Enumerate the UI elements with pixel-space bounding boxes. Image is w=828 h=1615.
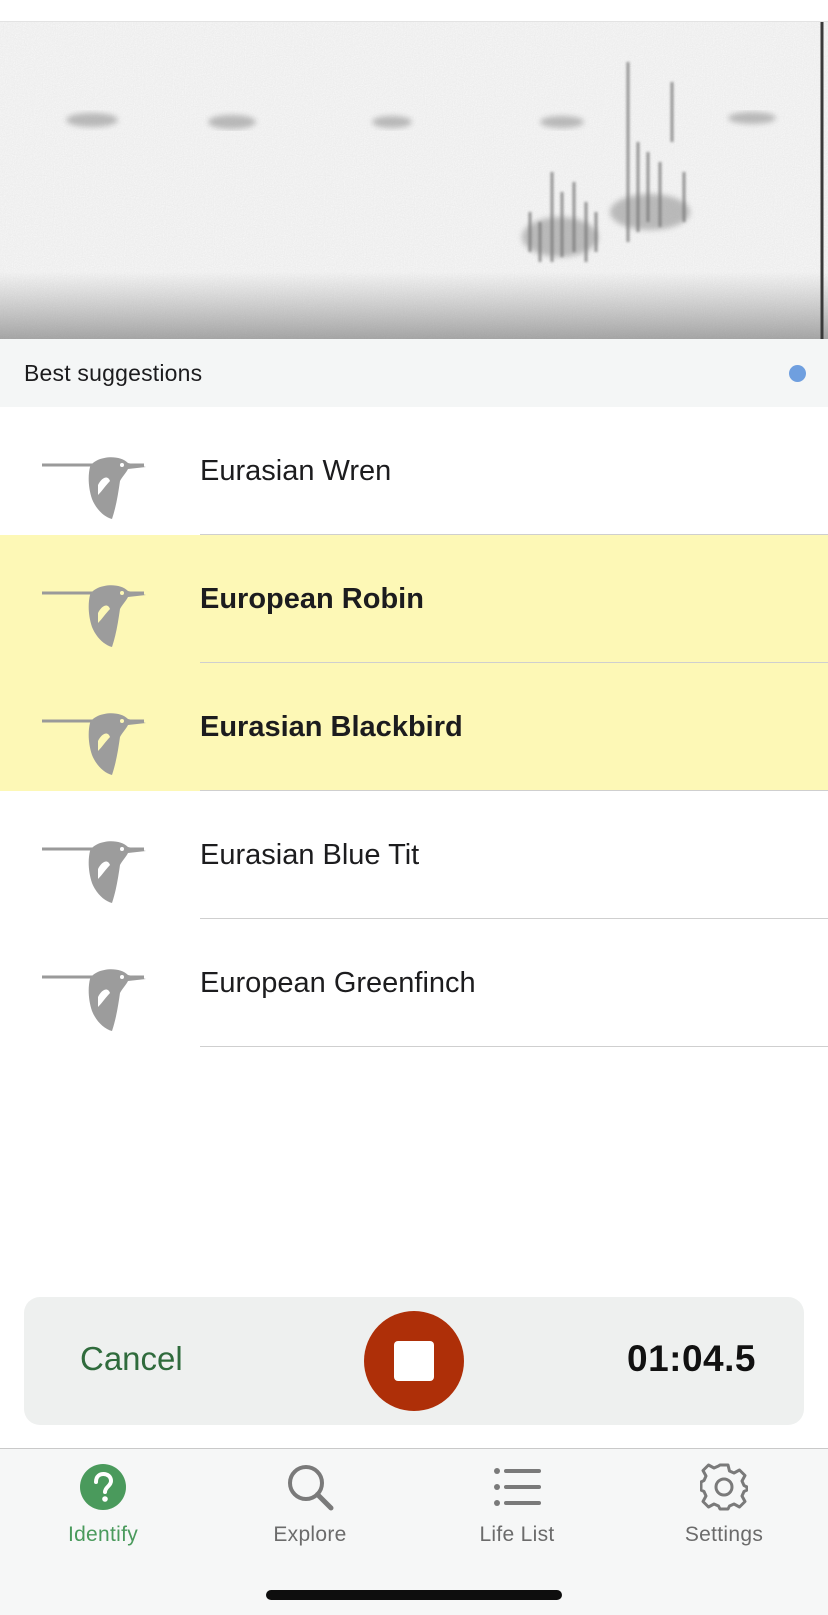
tab-label: Settings xyxy=(684,1523,764,1546)
suggestions-title: Best suggestions xyxy=(24,359,203,386)
tab-settings[interactable]: Settings xyxy=(644,1463,804,1553)
spectrogram[interactable] xyxy=(0,22,828,339)
tab-explore[interactable]: Explore xyxy=(230,1463,390,1553)
gear-icon xyxy=(700,1463,748,1511)
list-icon xyxy=(494,1468,541,1506)
stop-recording-button[interactable] xyxy=(364,1311,464,1411)
bird-silhouette-icon xyxy=(42,585,146,647)
bird-silhouette-icon xyxy=(42,713,146,775)
bird-name: Eurasian Wren xyxy=(200,454,392,487)
top-strip xyxy=(0,0,828,22)
bird-name: Eurasian Blackbird xyxy=(200,710,463,743)
tab-label: Identify xyxy=(67,1523,139,1546)
home-indicator[interactable] xyxy=(266,1590,562,1600)
suggestions-header: Best suggestions xyxy=(0,339,828,407)
suggestion-row-european-greenfinch[interactable]: European Greenfinch xyxy=(0,919,828,1047)
tab-bar: Identify Explore Life List Settings xyxy=(0,1448,828,1615)
bird-name: Eurasian Blue Tit xyxy=(200,838,420,871)
cancel-button[interactable]: Cancel xyxy=(80,1340,183,1378)
suggestion-row-eurasian-blue-tit[interactable]: Eurasian Blue Tit xyxy=(0,791,828,919)
spectrogram-image xyxy=(0,22,828,339)
bird-name: European Robin xyxy=(200,582,424,615)
tab-label: Life List xyxy=(479,1523,555,1546)
bird-silhouette-icon xyxy=(42,969,146,1031)
suggestion-row-eurasian-wren[interactable]: Eurasian Wren xyxy=(0,407,828,535)
bird-silhouette-icon xyxy=(42,841,146,903)
tab-identify[interactable]: Identify xyxy=(23,1463,183,1553)
stop-icon xyxy=(394,1341,434,1381)
recording-panel: Cancel 01:04.5 xyxy=(24,1297,804,1425)
bird-silhouette-icon xyxy=(42,457,146,519)
status-dot xyxy=(789,364,806,382)
elapsed-timer: 01:04.5 xyxy=(627,1338,756,1379)
tab-label: Explore xyxy=(273,1523,347,1546)
suggestion-list: Eurasian Wren European Robin Eurasian Bl… xyxy=(0,407,828,1047)
search-icon xyxy=(288,1465,334,1511)
question-icon xyxy=(80,1464,126,1510)
bird-name: European Greenfinch xyxy=(200,966,476,999)
suggestion-row-european-robin[interactable]: European Robin xyxy=(0,535,828,663)
row-divider xyxy=(200,1046,828,1047)
suggestion-row-eurasian-blackbird[interactable]: Eurasian Blackbird xyxy=(0,663,828,791)
tab-life-list[interactable]: Life List xyxy=(437,1463,597,1553)
